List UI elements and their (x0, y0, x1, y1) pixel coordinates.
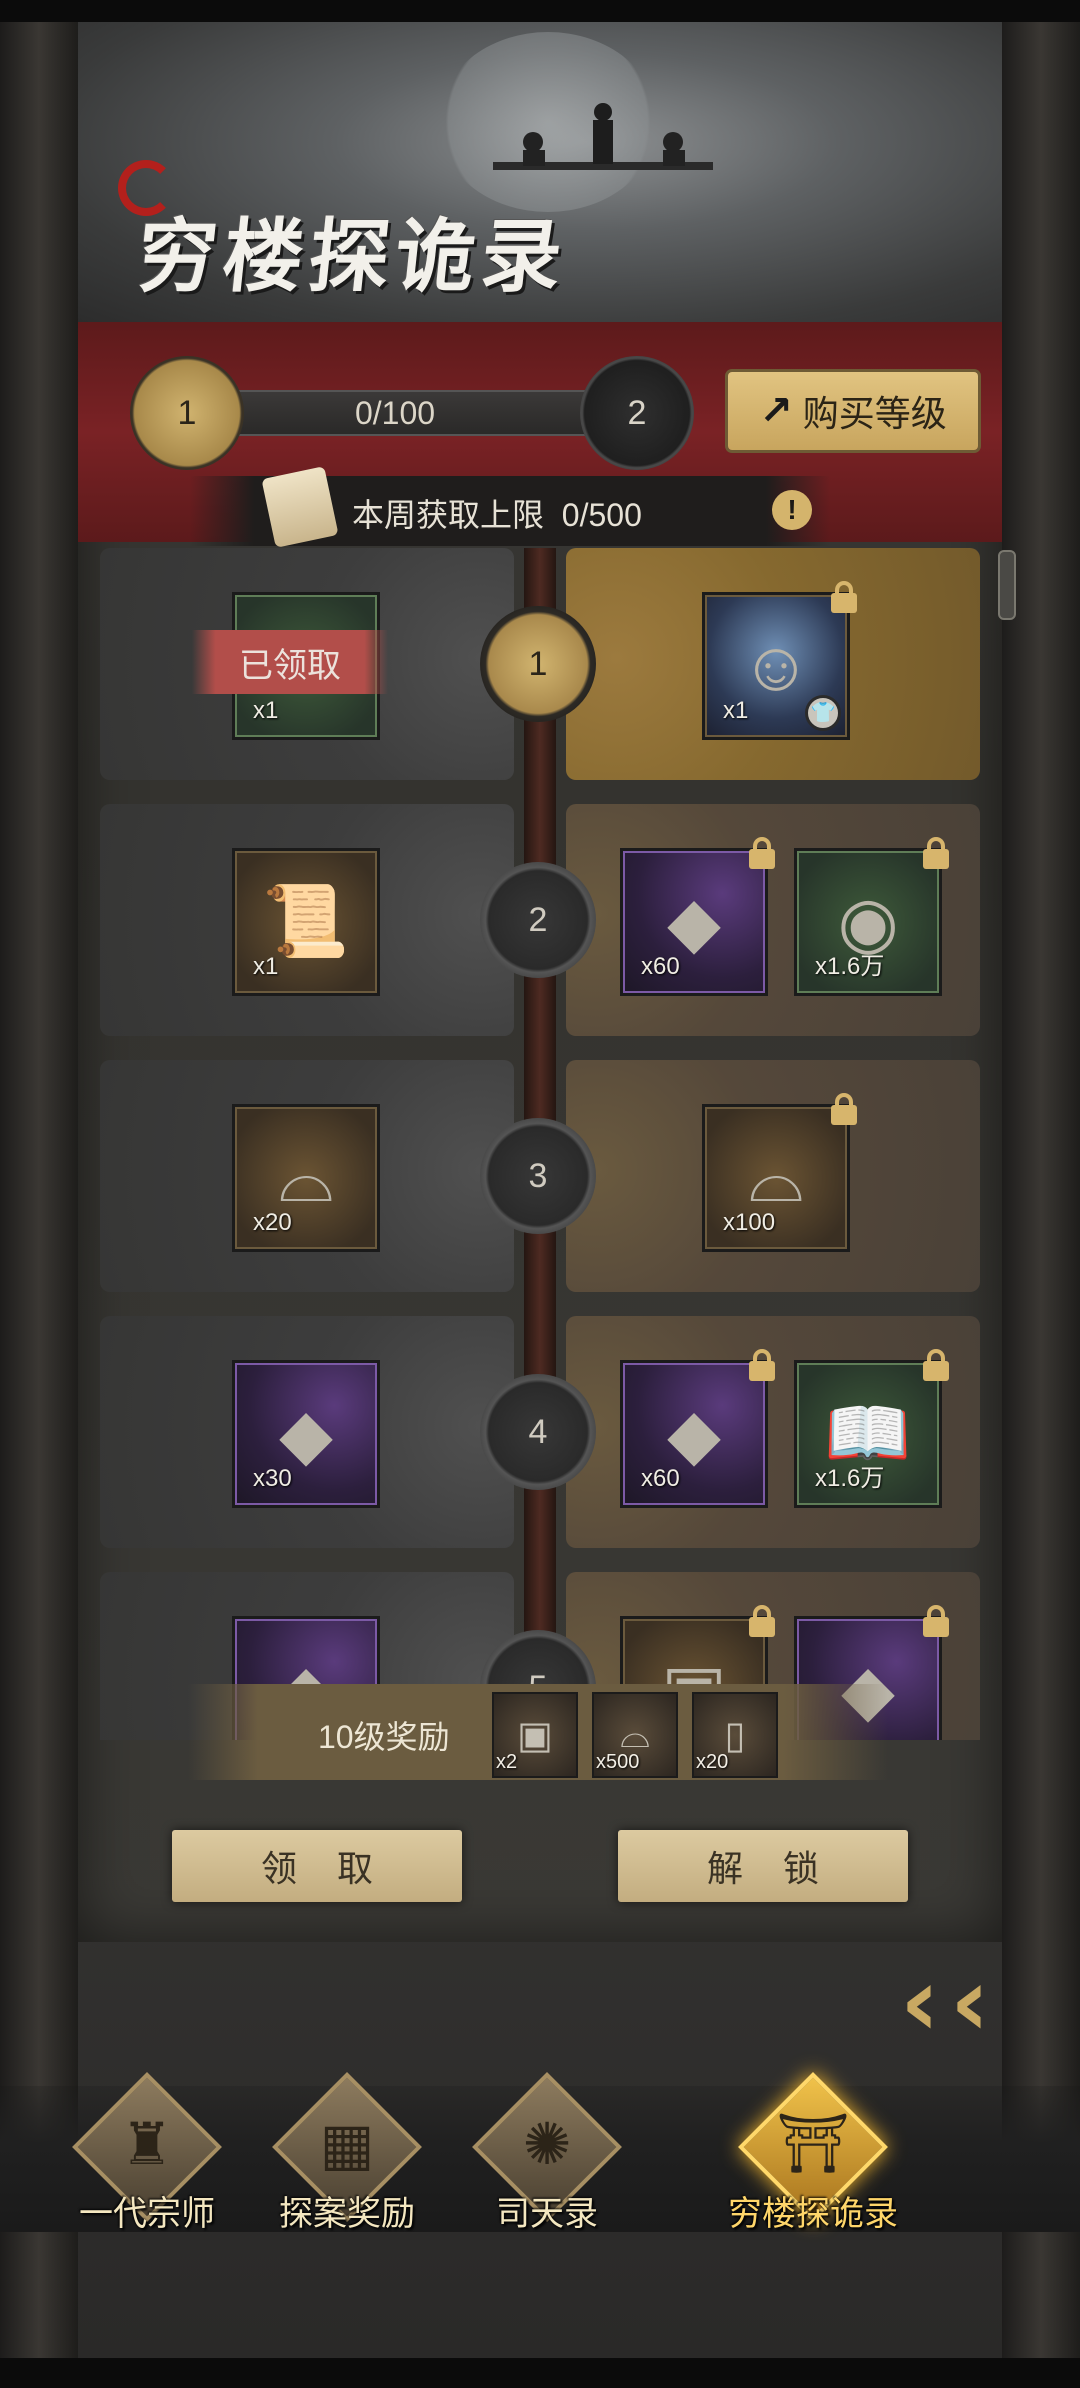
item-quantity: x1 (253, 697, 279, 724)
lock-icon (745, 1349, 779, 1383)
item-quantity: x500 (596, 1751, 640, 1773)
free-reward-cell[interactable]: 📜 x1 (100, 804, 514, 1036)
weekly-limit-text: 本周获取上限 0/500 (352, 490, 642, 536)
reward-row-2: 📜 x1 ◆ x60 ◉ x1.6万 2 (100, 804, 980, 1036)
page-title: 穷楼探诡录 (132, 209, 573, 303)
nav-tab-label: 一代宗师 (79, 2195, 215, 2233)
info-icon[interactable]: ! (772, 490, 812, 530)
lock-icon (919, 837, 953, 871)
nav-tab-sitianlu[interactable]: ✺ 司天录 (452, 2072, 642, 2236)
reward-row-1: ⚔ x1 已领取 ☺ x1 👕 1 (100, 548, 980, 780)
nav-tab-label: 司天录 (496, 2195, 598, 2233)
item-quantity: x1 (723, 697, 749, 724)
reward-item[interactable]: ☺ x1 👕 (702, 581, 857, 740)
reward-item[interactable]: ⌓ x500 (592, 1692, 678, 1778)
astrolabe-icon: ✺ (522, 2112, 572, 2177)
item-quantity: x20 (696, 1751, 729, 1773)
reward-item[interactable]: ◆ x30 (232, 1360, 380, 1508)
buy-level-button[interactable]: ↗ 购买等级 (728, 372, 978, 450)
red-seal-icon (118, 160, 174, 216)
lock-icon (827, 1093, 861, 1127)
reward-row-3: ⌓ x20 ⌓ x100 3 (100, 1060, 980, 1292)
item-quantity: x2 (496, 1751, 518, 1773)
level-node: 4 (480, 1374, 596, 1490)
lock-icon (827, 581, 861, 615)
unlock-button[interactable]: 解锁 (618, 1830, 908, 1902)
item-quantity: x1 (253, 953, 279, 980)
reward-item[interactable]: ⌓ x100 (702, 1093, 857, 1252)
claim-button[interactable]: 领取 (172, 1830, 462, 1902)
reward-item[interactable]: ▯ x20 (692, 1692, 778, 1778)
training-dummy-icon: ♜ (121, 2112, 173, 2177)
scrollbar-thumb[interactable] (998, 550, 1016, 620)
reward-item[interactable]: 📜 x1 (232, 848, 380, 996)
weekly-limit-label: 本周获取上限 (352, 497, 545, 533)
paid-reward-cell[interactable]: ◆ x60 ◉ x1.6万 (566, 804, 980, 1036)
weekly-limit-value: 0/500 (561, 497, 642, 533)
treasure-box-icon: ▦ (319, 2112, 375, 2177)
system-nav-bar (0, 2358, 1080, 2388)
reward-item[interactable]: 📖 x1.6万 (794, 1349, 949, 1508)
nav-tab-case-rewards[interactable]: ▦ 探案奖励 (252, 2072, 442, 2236)
level-node: 3 (480, 1118, 596, 1234)
lock-icon (745, 1605, 779, 1639)
item-quantity: x100 (723, 1209, 776, 1236)
arrow-up-icon: ↗ (759, 389, 793, 433)
item-quantity: x60 (641, 1465, 680, 1492)
lock-icon (919, 1349, 953, 1383)
next-level-badge: 2 (580, 356, 694, 470)
pagoda-icon: ⛩ (776, 2111, 850, 2176)
free-reward-cell[interactable]: ⚔ x1 已领取 (100, 548, 514, 780)
reward-item[interactable]: ◆ x60 (620, 837, 775, 996)
collapse-arrows-icon[interactable]: ‹ ‹ (880, 1930, 1040, 2058)
item-quantity: x20 (253, 1209, 292, 1236)
paid-reward-cell[interactable]: ⌓ x100 (566, 1060, 980, 1292)
reward-track[interactable]: ⚔ x1 已领取 ☺ x1 👕 1 📜 x1 ◆ x60 (100, 548, 980, 1740)
free-reward-cell[interactable]: ⌓ x20 (100, 1060, 514, 1292)
level-10-reward-label: 10级奖励 (318, 1719, 450, 1755)
status-bar (0, 0, 1080, 22)
figures-silhouette-icon (493, 103, 713, 170)
paid-reward-cell[interactable]: ◆ x60 📖 x1.6万 (566, 1316, 980, 1548)
header-banner: 穷楼探诡录 (78, 22, 1002, 322)
nav-tab-qionglou[interactable]: ⛩ 穷楼探诡录 (718, 2072, 908, 2236)
paid-reward-cell[interactable]: ☺ x1 👕 (566, 548, 980, 780)
lock-icon (745, 837, 779, 871)
nav-tab-label: 探案奖励 (279, 2195, 415, 2233)
free-reward-cell[interactable]: ◆ x30 (100, 1316, 514, 1548)
current-level-badge: 1 (130, 356, 244, 470)
nav-tab-grandmaster[interactable]: ♜ 一代宗师 (52, 2072, 242, 2236)
buy-level-label: 购买等级 (802, 393, 947, 434)
lock-icon (919, 1605, 953, 1639)
nav-tab-label: 穷楼探诡录 (728, 2195, 898, 2233)
item-quantity: x60 (641, 953, 680, 980)
reward-item[interactable]: ▣ x2 (492, 1692, 578, 1778)
level-10-reward-bar: 10级奖励 ▣ x2 ⌓ x500 ▯ x20 (188, 1684, 888, 1780)
reward-item[interactable]: ⌓ x20 (232, 1104, 380, 1252)
reward-item[interactable]: ◆ x60 (620, 1349, 775, 1508)
left-pillar (0, 22, 78, 2358)
item-quantity: x30 (253, 1465, 292, 1492)
costume-icon: 👕 (805, 695, 841, 731)
reward-row-4: ◆ x30 ◆ x60 📖 x1.6万 4 (100, 1316, 980, 1548)
level-node: 1 (480, 606, 596, 722)
reward-item[interactable]: ◉ x1.6万 (794, 837, 949, 996)
claimed-stamp: 已领取 (192, 630, 388, 694)
item-quantity: x1.6万 (815, 953, 885, 980)
item-quantity: x1.6万 (815, 1465, 885, 1492)
level-node: 2 (480, 862, 596, 978)
